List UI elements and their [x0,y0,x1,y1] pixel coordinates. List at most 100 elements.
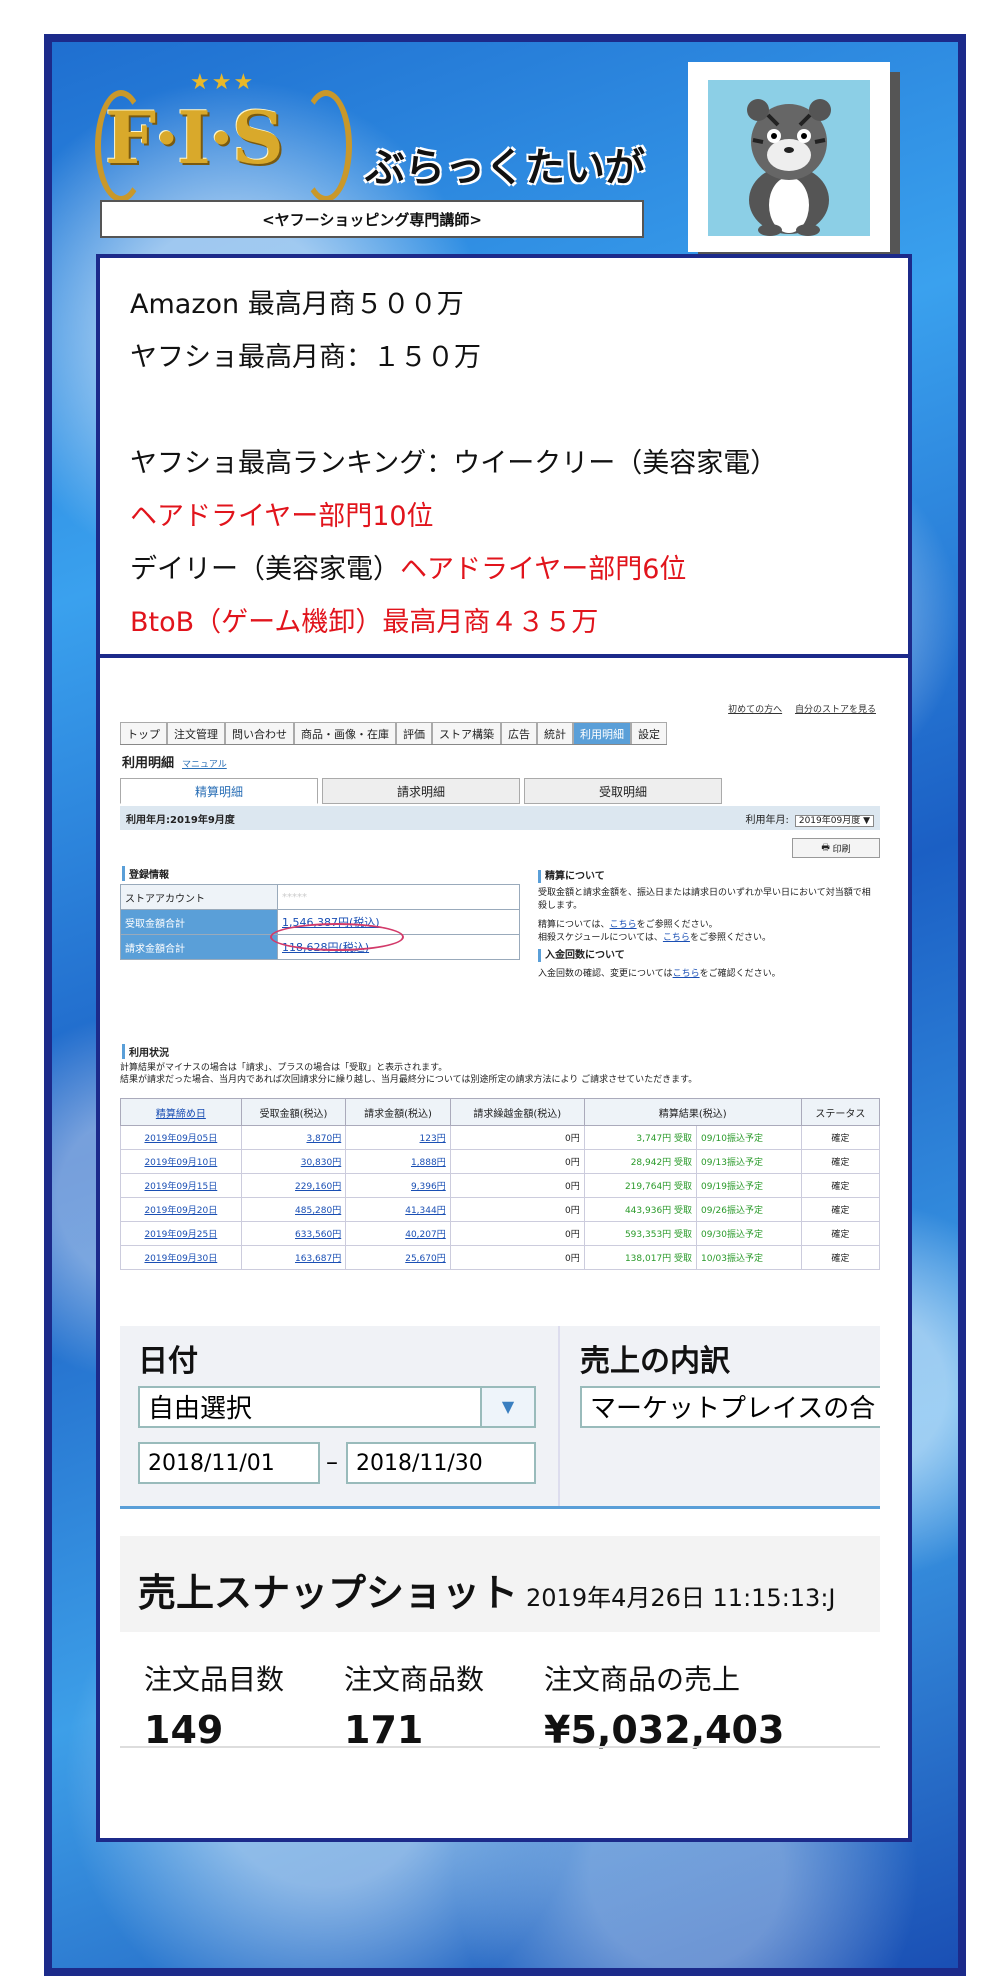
side-text-part: 入金回数の確認、変更については [538,969,673,979]
registration-heading: 登録情報 [122,866,169,881]
col-header: ステータス [800,1098,881,1126]
metric-label: 注文商品の売上 [544,1663,741,1696]
breakdown-select[interactable]: マーケットプレイスの合 [580,1386,880,1428]
cell-result: 219,764円 受取 [583,1173,698,1198]
reg-label: 請求金額合計 [120,934,278,960]
side-text: 精算については、こちらをご参照ください。 [538,919,878,932]
side-text-part: をご参照ください。 [689,933,771,943]
cell-transfer: 10/03振込予定 [696,1245,802,1270]
date-range-select[interactable]: 自由選択 ▼ [138,1386,536,1428]
divider [100,654,908,658]
tab-billing[interactable]: 請求明細 [322,778,520,804]
instructor-name: ぶらっくたいが [365,145,645,191]
usage-heading: 利用状況 [122,1044,169,1059]
cell-billed[interactable]: 41,344円 [345,1197,451,1222]
cell-carry: 0円 [449,1149,585,1174]
cell-date[interactable]: 2019年09月30日 [120,1245,242,1270]
nav-item-active[interactable]: 利用明細 [573,722,631,744]
here-link[interactable]: こちら [673,969,700,979]
date-label: 日付 [138,1344,198,1379]
cell-status: 確定 [800,1221,881,1246]
statement-tabs: 精算明細 請求明細 受取明細 [120,778,722,804]
table-row: 2019年09月05日 3,870円 123円 0円 3,747円 受取 09/10振込予… [120,1125,881,1150]
tab-settlement[interactable]: 精算明細 [120,778,318,804]
print-label: 印刷 [832,844,851,855]
achievement-line: Amazon 最高月商５００万 [130,289,464,320]
metric-label: 注文品目数 [144,1663,285,1696]
achievement-line: ヘアドライヤー部門10位 [130,501,434,532]
first-time-link[interactable]: 初めての方へ [728,705,782,715]
date-to-input[interactable]: 2018/11/30 [346,1442,536,1484]
manual-link[interactable]: マニュアル [182,760,227,770]
period-select[interactable]: 2019年09月度 ▼ [794,814,874,827]
cell-received[interactable]: 229,160円 [240,1173,347,1198]
cell-billed[interactable]: 123円 [345,1125,451,1150]
col-header[interactable]: 精算締め日 [120,1098,242,1126]
nav-item[interactable]: 評価 [396,722,432,744]
cell-billed[interactable]: 1,888円 [345,1149,451,1174]
col-header: 請求金額(税込) [345,1098,451,1126]
achievement-line: デイリー（美容家電）ヘアドライヤー部門6位 [130,543,777,596]
nav-bar: トップ 注文管理 問い合わせ 商品・画像・在庫 評価 ストア構築 広告 統計 利… [120,722,667,745]
cell-transfer: 09/13振込予定 [696,1149,802,1174]
tiger-avatar-icon [708,80,870,236]
table-row: 2019年09月15日 229,160円 9,396円 0円 219,764円 受取 09… [120,1173,881,1198]
period-select-label: 利用年月: [745,814,789,826]
cell-status: 確定 [800,1173,881,1198]
cell-transfer: 09/19振込予定 [696,1173,802,1198]
cell-date[interactable]: 2019年09月15日 [120,1173,242,1198]
cell-transfer: 09/26振込予定 [696,1197,802,1222]
nav-item[interactable]: 広告 [501,722,537,744]
here-link[interactable]: こちら [663,933,690,943]
amazon-date-filter: 日付 売上の内訳 自由選択 ▼ マーケットプレイスの合 2018/11/01 – … [120,1326,880,1509]
nav-item[interactable]: ストア構築 [432,722,501,744]
cell-received[interactable]: 163,687円 [240,1245,347,1270]
cell-result: 3,747円 受取 [583,1125,698,1150]
cell-date[interactable]: 2019年09月25日 [120,1221,242,1246]
cell-received[interactable]: 3,870円 [240,1125,347,1150]
cell-date[interactable]: 2019年09月20日 [120,1197,242,1222]
achievement-line: BtoB（ゲーム機卸）最高月商４３５万 [130,607,599,638]
page-title: 利用明細 マニュアル [122,752,227,771]
here-link[interactable]: こちら [610,920,637,930]
side-text: 受取金額と請求金額を、振込日または請求日のいずれか早い日において対当額で相殺しま… [538,888,871,911]
date-from-input[interactable]: 2018/11/01 [138,1442,320,1484]
logo-text: F·I·S [105,95,284,180]
fis-logo: ★★★ F·I·S [95,70,352,202]
date-range-value: 自由選択 [148,1394,253,1424]
snapshot-time: 2019年4月26日 11:15:13:J [526,1584,836,1612]
cell-received[interactable]: 30,830円 [240,1149,347,1174]
nav-item[interactable]: 設定 [631,722,667,744]
side-text: 入金回数の確認、変更についてはこちらをご確認ください。 [538,968,878,981]
tab-receipt[interactable]: 受取明細 [524,778,722,804]
nav-item[interactable]: 統計 [537,722,573,744]
nav-item[interactable]: トップ [120,722,167,744]
view-store-link[interactable]: 自分のストアを見る [795,705,876,715]
reg-label: ストアアカウント [120,884,278,910]
table-row: 2019年09月30日 163,687円 25,670円 0円 138,017円 受取 1… [120,1245,881,1270]
achievement-part: ヘアドライヤー部門6位 [400,554,687,585]
usage-table: 精算締め日 受取金額(税込) 請求金額(税込) 請求繰越金額(税込) 精算結果(… [120,1098,881,1270]
cell-billed[interactable]: 40,207円 [345,1221,451,1246]
cell-date[interactable]: 2019年09月05日 [120,1125,242,1150]
achievement-line: ヤフショ最高ランキング：ウイークリー（美容家電） [130,448,778,479]
reg-label: 受取金額合計 [120,909,278,935]
cell-billed[interactable]: 9,396円 [345,1173,451,1198]
print-button[interactable]: 🖶 印刷 [792,838,880,858]
chevron-down-icon[interactable]: ▼ [480,1388,534,1426]
nav-item[interactable]: 商品・画像・在庫 [294,722,396,744]
cell-carry: 0円 [449,1125,585,1150]
side-heading: 精算について [538,870,878,883]
cell-received[interactable]: 633,560円 [240,1221,347,1246]
nav-item[interactable]: 注文管理 [167,722,225,744]
cell-date[interactable]: 2019年09月10日 [120,1149,242,1174]
sales-snapshot: 売上スナップショット 2019年4月26日 11:15:13:J 注文品目数 14… [120,1536,880,1752]
cell-received[interactable]: 485,280円 [240,1197,347,1222]
period-select-value: 2019年09月度 [798,815,861,826]
snapshot-title: 売上スナップショット 2019年4月26日 11:15:13:J [138,1562,835,1617]
period-select-wrap: 利用年月: 2019年09月度 ▼ [745,811,874,827]
cell-billed[interactable]: 25,670円 [345,1245,451,1270]
nav-item[interactable]: 問い合わせ [225,722,294,744]
metric-order-items: 注文品目数 149 [144,1658,284,1752]
achievements-list: Amazon 最高月商５００万 ヤフショ最高月商：１５０万 ヤフショ最高ランキン… [130,278,777,649]
